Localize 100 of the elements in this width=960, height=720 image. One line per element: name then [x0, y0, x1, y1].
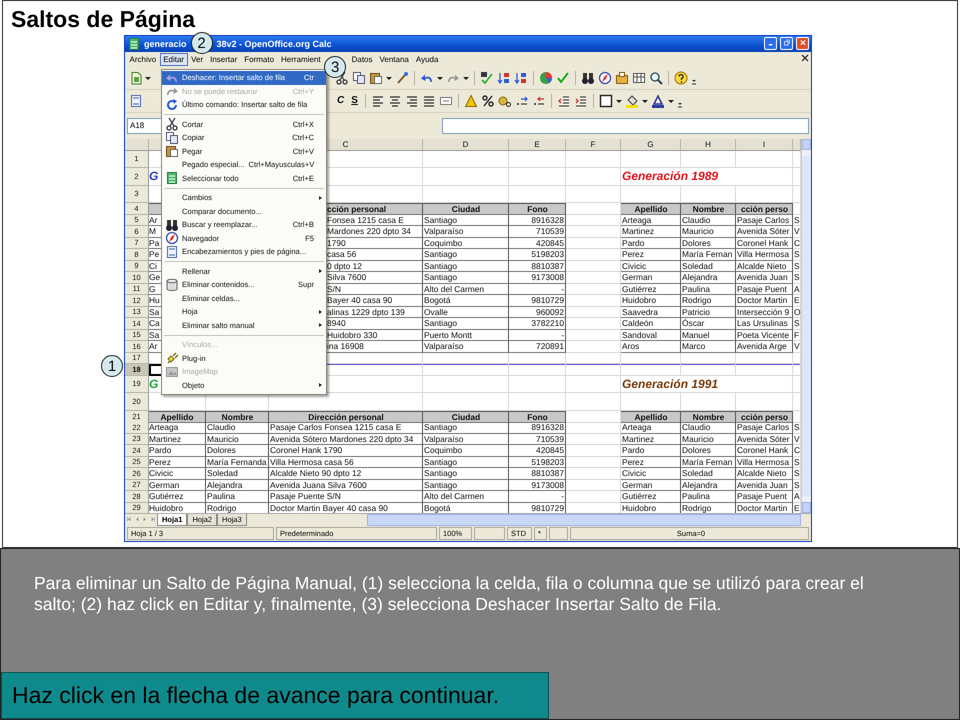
table-cell: Rodrigo — [681, 295, 736, 307]
window-title: generacio — [144, 38, 187, 49]
paint-bucket-icon[interactable] — [624, 94, 639, 108]
menu-bar-item[interactable]: Ventana — [376, 53, 412, 66]
callout-number: 1 — [101, 355, 123, 377]
minimize-button[interactable] — [764, 37, 777, 50]
table-cell: Soledad — [206, 468, 269, 480]
justify-icon[interactable] — [422, 94, 436, 108]
scroll-thumb[interactable] — [802, 156, 811, 496]
menu-bar-item[interactable]: Ver — [188, 53, 207, 66]
table-cell: Fono — [509, 203, 566, 216]
table-cell: - — [509, 491, 566, 503]
table-cell: Ovalle — [423, 306, 509, 318]
compass-icon[interactable] — [598, 71, 612, 86]
close-button[interactable] — [796, 37, 809, 50]
table-cell: Coronel Hank — [736, 238, 793, 250]
table-cell: Generación 1991 — [621, 376, 793, 394]
table-cell: Soledad — [681, 468, 736, 480]
indent-icon[interactable] — [574, 94, 588, 108]
formula-input-field[interactable] — [442, 118, 809, 134]
column-header[interactable]: E — [509, 138, 566, 151]
brush-icon[interactable] — [395, 71, 409, 86]
column-header[interactable]: H — [681, 138, 736, 151]
spellcheck-icon[interactable] — [480, 71, 494, 86]
sort-descending-icon[interactable] — [514, 71, 528, 86]
table-cell: Saavedra — [621, 306, 681, 318]
outdent-icon[interactable] — [556, 94, 571, 108]
align-right-icon[interactable] — [404, 94, 419, 108]
format-button[interactable]: C — [335, 95, 346, 106]
paste-icon[interactable] — [369, 71, 383, 86]
column-header[interactable]: F — [566, 138, 621, 151]
table-cell: Valparaíso — [423, 434, 509, 446]
gallery-icon[interactable] — [615, 71, 629, 86]
table-cell: German — [149, 480, 206, 492]
column-header[interactable]: G — [621, 138, 681, 151]
table-cell: 9810729 — [509, 295, 566, 307]
table-cell: Alto del Carmen — [423, 284, 509, 296]
menu-bar-item[interactable]: Formato — [240, 53, 278, 66]
table-cell: 420845 — [509, 238, 566, 250]
menu-bar-item[interactable]: Archivo — [126, 53, 160, 66]
table-cell: Villa Hermosa — [736, 456, 793, 468]
table-cell: cción perso — [736, 410, 793, 423]
table-cell: Santiago — [423, 456, 509, 468]
new-document-icon[interactable] — [129, 71, 143, 86]
binoculars-icon[interactable] — [581, 71, 595, 86]
table-cell: 3782210 — [509, 318, 566, 330]
table-icon[interactable] — [632, 71, 646, 86]
pie-chart-icon[interactable] — [539, 71, 553, 86]
table-cell: German — [621, 480, 681, 492]
align-left-icon[interactable] — [370, 94, 385, 108]
table-cell: Nombre — [206, 410, 269, 423]
circular-arrow-icon — [165, 98, 179, 112]
page-icon[interactable] — [129, 94, 143, 108]
slide-title: Saltos de Página — [10, 5, 196, 34]
table-cell: Perez — [149, 456, 206, 468]
menu-bar-item[interactable]: Editar — [160, 53, 188, 66]
sort-ascending-icon[interactable] — [497, 71, 511, 86]
font-color-icon[interactable] — [650, 94, 665, 108]
table-cell: Nombre — [681, 410, 736, 423]
table-cell: 710539 — [509, 434, 566, 446]
callout-number: 3 — [324, 56, 346, 78]
table-cell: Soledad — [681, 260, 736, 272]
add-decimal-icon[interactable] — [514, 94, 529, 108]
horizontal-scrollbar[interactable] — [366, 514, 801, 526]
table-cell: Santiago — [423, 468, 509, 480]
help-icon[interactable] — [674, 71, 688, 86]
table-cell: 9173008 — [509, 272, 566, 284]
table-cell: Martinez — [149, 434, 206, 446]
table-cell: 720891 — [509, 341, 566, 353]
table-cell: 420845 — [509, 445, 566, 457]
percent-icon[interactable] — [480, 94, 495, 108]
scissors-icon[interactable] — [335, 71, 349, 86]
format-button[interactable]: S — [349, 95, 360, 106]
column-header[interactable]: I — [736, 138, 793, 151]
menu-bar-item[interactable]: Ayuda — [412, 53, 442, 66]
table-cell: Marco — [681, 341, 736, 353]
table-cell: Martinez — [621, 226, 681, 238]
coin-icon[interactable] — [498, 94, 512, 108]
menu-bar-item[interactable]: Herramient — [278, 53, 324, 66]
restore-button[interactable] — [780, 37, 793, 50]
remove-decimal-icon[interactable] — [532, 94, 546, 108]
menu-bar-item[interactable]: Datos — [348, 53, 376, 66]
vertical-scrollbar[interactable] — [801, 138, 811, 514]
menu-bar-item[interactable]: Insertar — [206, 53, 241, 66]
border-icon[interactable] — [598, 94, 613, 108]
copy-icon[interactable] — [352, 71, 366, 86]
magnifier-icon[interactable] — [649, 71, 663, 86]
table-cell: 9173008 — [509, 480, 566, 492]
callout-number: 2 — [190, 32, 213, 54]
column-header[interactable]: D — [423, 138, 509, 151]
check-icon[interactable] — [556, 71, 570, 86]
warning-triangle-icon[interactable] — [464, 94, 478, 108]
table-cell: Pasaje Puent — [736, 284, 793, 296]
corner-cell[interactable] — [125, 138, 149, 151]
empty-status-cell — [549, 527, 568, 540]
table-cell: Arteaga — [621, 422, 681, 434]
align-center-icon[interactable] — [388, 94, 402, 108]
table-cell: Poeta Vicente — [736, 330, 793, 342]
table-cell: 5198203 — [509, 249, 566, 261]
table-cell: Coquimbo — [423, 238, 509, 250]
